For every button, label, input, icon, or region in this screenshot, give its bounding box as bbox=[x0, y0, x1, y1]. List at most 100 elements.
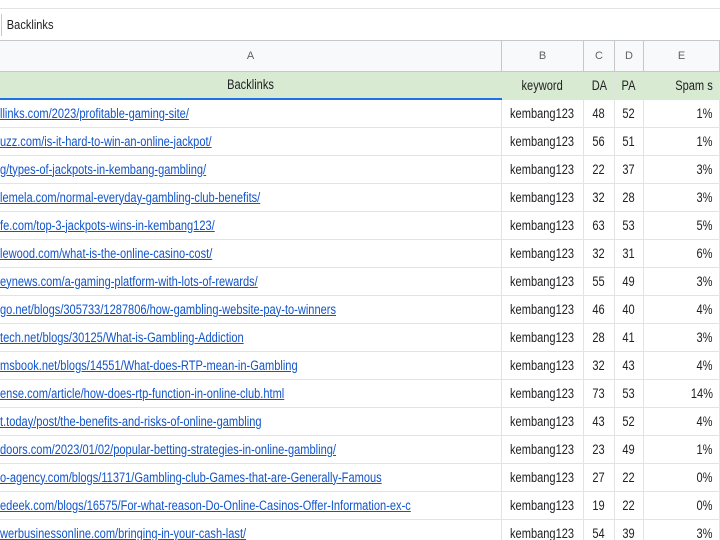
column-header-a[interactable]: A bbox=[0, 41, 502, 72]
pa-cell[interactable]: 52 bbox=[614, 99, 645, 128]
backlink-cell[interactable]: g/types-of-jackpots-in-kembang-gambling/ bbox=[0, 155, 502, 184]
keyword-cell[interactable]: kembang123 bbox=[501, 407, 585, 436]
da-cell[interactable]: 19 bbox=[583, 491, 615, 520]
keyword-cell[interactable]: kembang123 bbox=[501, 267, 585, 296]
cell-da-header[interactable]: DA bbox=[583, 71, 615, 100]
da-cell[interactable]: 54 bbox=[583, 519, 615, 540]
backlink-cell-text[interactable]: go.net/blogs/305733/1287806/how-gambling… bbox=[0, 302, 336, 317]
backlink-cell[interactable]: eynews.com/a-gaming-platform-with-lots-o… bbox=[0, 267, 502, 296]
backlink-cell[interactable]: werbusinessonline.com/bringing-in-your-c… bbox=[0, 519, 502, 540]
backlink-cell-text[interactable]: msbook.net/blogs/14551/What-does-RTP-mea… bbox=[0, 358, 298, 373]
spam-score-cell[interactable]: 3% bbox=[643, 267, 720, 296]
column-header-c[interactable]: C bbox=[583, 41, 615, 72]
da-cell[interactable]: 46 bbox=[583, 295, 615, 324]
spam-score-cell[interactable]: 4% bbox=[643, 295, 720, 324]
backlink-cell-text[interactable]: tech.net/blogs/30125/What-is-Gambling-Ad… bbox=[0, 330, 244, 345]
keyword-cell[interactable]: kembang123 bbox=[501, 351, 585, 380]
backlink-cell-text[interactable]: fe.com/top-3-jackpots-wins-in-kembang123… bbox=[0, 218, 215, 233]
backlink-cell[interactable]: ense.com/article/how-does-rtp-function-i… bbox=[0, 379, 502, 408]
pa-cell[interactable]: 28 bbox=[614, 183, 645, 212]
column-header-b[interactable]: B bbox=[501, 41, 585, 72]
backlink-cell[interactable]: doors.com/2023/01/02/popular-betting-str… bbox=[0, 435, 502, 464]
da-cell[interactable]: 23 bbox=[583, 435, 615, 464]
backlink-cell[interactable]: tech.net/blogs/30125/What-is-Gambling-Ad… bbox=[0, 323, 502, 352]
spam-score-cell[interactable]: 3% bbox=[643, 155, 720, 184]
spam-score-cell[interactable]: 3% bbox=[643, 519, 720, 540]
spam-score-cell[interactable]: 0% bbox=[643, 463, 720, 492]
keyword-cell[interactable]: kembang123 bbox=[501, 491, 585, 520]
spam-score-cell[interactable]: 6% bbox=[643, 239, 720, 268]
column-header-d[interactable]: D bbox=[614, 41, 645, 72]
pa-cell[interactable]: 53 bbox=[614, 379, 645, 408]
spreadsheet-grid[interactable]: A B C D E Backlinks keyword DA PA Spam s… bbox=[0, 41, 720, 540]
spam-score-cell[interactable]: 5% bbox=[643, 211, 720, 240]
backlink-cell-text[interactable]: ense.com/article/how-does-rtp-function-i… bbox=[0, 386, 284, 401]
pa-cell[interactable]: 31 bbox=[614, 239, 645, 268]
backlink-cell-text[interactable]: o-agency.com/blogs/11371/Gambling-club-G… bbox=[0, 470, 382, 485]
spam-score-cell[interactable]: 4% bbox=[643, 351, 720, 380]
cell-pa-header[interactable]: PA bbox=[614, 71, 645, 100]
column-header-e[interactable]: E bbox=[643, 41, 720, 72]
keyword-cell[interactable]: kembang123 bbox=[501, 463, 585, 492]
backlink-cell-text[interactable]: t.today/post/the-benefits-and-risks-of-o… bbox=[0, 414, 262, 429]
pa-cell[interactable]: 49 bbox=[614, 435, 645, 464]
spam-score-cell[interactable]: 1% bbox=[643, 435, 720, 464]
backlink-cell[interactable]: uzz.com/is-it-hard-to-win-an-online-jack… bbox=[0, 127, 502, 156]
keyword-cell[interactable]: kembang123 bbox=[501, 323, 585, 352]
pa-cell[interactable]: 53 bbox=[614, 211, 645, 240]
pa-cell[interactable]: 52 bbox=[614, 407, 645, 436]
keyword-cell[interactable]: kembang123 bbox=[501, 211, 585, 240]
keyword-cell[interactable]: kembang123 bbox=[501, 435, 585, 464]
keyword-cell[interactable]: kembang123 bbox=[501, 183, 585, 212]
keyword-cell[interactable]: kembang123 bbox=[501, 295, 585, 324]
backlink-cell[interactable]: msbook.net/blogs/14551/What-does-RTP-mea… bbox=[0, 351, 502, 380]
pa-cell[interactable]: 37 bbox=[614, 155, 645, 184]
da-cell[interactable]: 28 bbox=[583, 323, 615, 352]
backlink-cell[interactable]: lewood.com/what-is-the-online-casino-cos… bbox=[0, 239, 502, 268]
keyword-cell[interactable]: kembang123 bbox=[501, 155, 585, 184]
pa-cell[interactable]: 49 bbox=[614, 267, 645, 296]
formula-bar[interactable]: Backlinks bbox=[0, 9, 720, 41]
cell-spam-header[interactable]: Spam s bbox=[643, 71, 720, 100]
da-cell[interactable]: 48 bbox=[583, 99, 615, 128]
keyword-cell[interactable]: kembang123 bbox=[501, 379, 585, 408]
pa-cell[interactable]: 40 bbox=[614, 295, 645, 324]
backlink-cell-text[interactable]: llinks.com/2023/profitable-gaming-site/ bbox=[0, 106, 189, 121]
pa-cell[interactable]: 51 bbox=[614, 127, 645, 156]
da-cell[interactable]: 55 bbox=[583, 267, 615, 296]
cell-backlinks-header[interactable]: Backlinks bbox=[0, 71, 502, 100]
pa-cell[interactable]: 22 bbox=[614, 463, 645, 492]
spam-score-cell[interactable]: 4% bbox=[643, 407, 720, 436]
da-cell[interactable]: 63 bbox=[583, 211, 615, 240]
backlink-cell[interactable]: lemela.com/normal-everyday-gambling-club… bbox=[0, 183, 502, 212]
spam-score-cell[interactable]: 1% bbox=[643, 99, 720, 128]
backlink-cell[interactable]: llinks.com/2023/profitable-gaming-site/ bbox=[0, 99, 502, 128]
da-cell[interactable]: 43 bbox=[583, 407, 615, 436]
cell-keyword-header[interactable]: keyword bbox=[501, 71, 585, 100]
pa-cell[interactable]: 22 bbox=[614, 491, 645, 520]
backlink-cell[interactable]: o-agency.com/blogs/11371/Gambling-club-G… bbox=[0, 463, 502, 492]
backlink-cell-text[interactable]: lemela.com/normal-everyday-gambling-club… bbox=[0, 190, 260, 205]
da-cell[interactable]: 32 bbox=[583, 239, 615, 268]
backlink-cell[interactable]: edeek.com/blogs/16575/For-what-reason-Do… bbox=[0, 491, 502, 520]
backlink-cell-text[interactable]: edeek.com/blogs/16575/For-what-reason-Do… bbox=[0, 498, 411, 513]
spam-score-cell[interactable]: 14% bbox=[643, 379, 720, 408]
backlink-cell[interactable]: t.today/post/the-benefits-and-risks-of-o… bbox=[0, 407, 502, 436]
backlink-cell-text[interactable]: eynews.com/a-gaming-platform-with-lots-o… bbox=[0, 274, 258, 289]
spam-score-cell[interactable]: 3% bbox=[643, 323, 720, 352]
da-cell[interactable]: 56 bbox=[583, 127, 615, 156]
da-cell[interactable]: 32 bbox=[583, 351, 615, 380]
keyword-cell[interactable]: kembang123 bbox=[501, 239, 585, 268]
da-cell[interactable]: 27 bbox=[583, 463, 615, 492]
backlink-cell-text[interactable]: uzz.com/is-it-hard-to-win-an-online-jack… bbox=[0, 134, 212, 149]
da-cell[interactable]: 22 bbox=[583, 155, 615, 184]
keyword-cell[interactable]: kembang123 bbox=[501, 99, 585, 128]
backlink-cell-text[interactable]: doors.com/2023/01/02/popular-betting-str… bbox=[0, 442, 336, 457]
keyword-cell[interactable]: kembang123 bbox=[501, 519, 585, 540]
da-cell[interactable]: 32 bbox=[583, 183, 615, 212]
spam-score-cell[interactable]: 3% bbox=[643, 183, 720, 212]
da-cell[interactable]: 73 bbox=[583, 379, 615, 408]
backlink-cell-text[interactable]: lewood.com/what-is-the-online-casino-cos… bbox=[0, 246, 212, 261]
pa-cell[interactable]: 41 bbox=[614, 323, 645, 352]
spam-score-cell[interactable]: 1% bbox=[643, 127, 720, 156]
